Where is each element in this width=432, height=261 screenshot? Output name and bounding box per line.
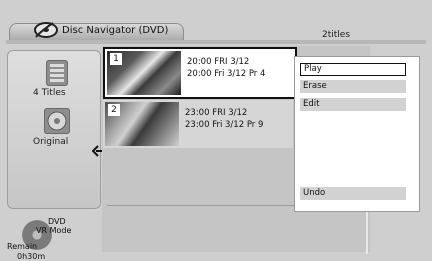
disc-navigator-icon bbox=[34, 22, 58, 38]
disc-navigator-screen: Disc Navigator (DVD) 2titles 4 Titles Or… bbox=[0, 0, 432, 261]
original-disc-icon[interactable] bbox=[44, 108, 70, 134]
scrollbar[interactable] bbox=[366, 212, 368, 254]
title-row[interactable]: 2 23:00 FRI 3/12 23:00 Fri 3/12 Pr 9 bbox=[103, 100, 293, 148]
remain-label: Remain bbox=[7, 242, 38, 251]
title-thumbnail: 2 bbox=[105, 102, 179, 146]
title-record-time: 20:00 FRI 3/12 bbox=[187, 57, 250, 67]
title-record-time: 23:00 FRI 3/12 bbox=[185, 108, 248, 118]
title-thumbnail: 1 bbox=[107, 51, 181, 95]
page-title: Disc Navigator (DVD) bbox=[62, 25, 169, 36]
vr-mode-label: VR Mode bbox=[36, 226, 72, 235]
original-label: Original bbox=[33, 137, 69, 147]
remain-value: 0h30m bbox=[17, 252, 46, 261]
header-divider bbox=[6, 40, 426, 44]
title-row[interactable]: 1 20:00 FRI 3/12 20:00 Fri 3/12 Pr 4 bbox=[103, 47, 297, 99]
context-menu: Play Erase Edit Undo bbox=[294, 56, 420, 212]
menu-item-play[interactable]: Play bbox=[300, 63, 406, 76]
menu-item-edit[interactable]: Edit bbox=[300, 98, 406, 111]
title-number: 2 bbox=[108, 104, 120, 116]
menu-item-undo[interactable]: Undo bbox=[300, 187, 406, 200]
title-number: 1 bbox=[110, 53, 122, 65]
titles-count: 2titles bbox=[322, 30, 351, 40]
titles-list-icon[interactable] bbox=[46, 60, 68, 86]
titles-count-label: 4 Titles bbox=[33, 88, 66, 98]
title-details: 20:00 Fri 3/12 Pr 4 bbox=[187, 69, 266, 79]
title-details: 23:00 Fri 3/12 Pr 9 bbox=[185, 120, 264, 130]
menu-item-erase[interactable]: Erase bbox=[300, 80, 406, 93]
dvd-label: DVD bbox=[48, 217, 66, 226]
